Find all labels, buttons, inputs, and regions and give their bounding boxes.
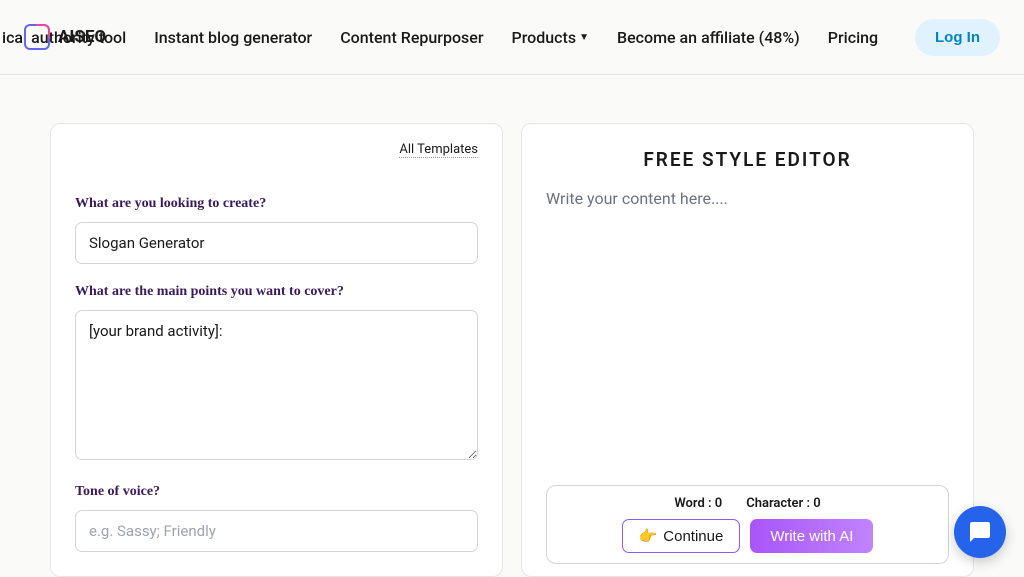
- logo-icon: [24, 24, 50, 50]
- editor-placeholder: Write your content here....: [546, 189, 949, 208]
- label-points: What are the main points you want to cov…: [75, 284, 478, 300]
- create-input[interactable]: [75, 222, 478, 264]
- char-count: Character : 0: [746, 496, 820, 511]
- nav-affiliate[interactable]: Become an affiliate (48%): [617, 28, 800, 47]
- buttons-row: 👉 Continue Write with AI: [561, 519, 934, 553]
- nav-products[interactable]: Products ▼: [511, 28, 588, 47]
- login-button[interactable]: Log In: [915, 19, 1000, 56]
- logo[interactable]: AISEO: [24, 24, 106, 50]
- chat-fab[interactable]: [954, 506, 1006, 558]
- chat-icon: [968, 520, 992, 544]
- points-textarea[interactable]: [75, 310, 478, 460]
- tone-input[interactable]: [75, 510, 478, 552]
- word-count: Word : 0: [674, 496, 722, 511]
- editor-panel: FREE STYLE EDITOR Write your content her…: [521, 123, 974, 577]
- label-create: What are you looking to create?: [75, 196, 478, 212]
- nav-blog-generator[interactable]: Instant blog generator: [154, 28, 312, 47]
- chevron-down-icon: ▼: [579, 32, 589, 43]
- label-tone: Tone of voice?: [75, 484, 478, 500]
- editor-title: FREE STYLE EDITOR: [546, 148, 949, 171]
- counts: Word : 0 Character : 0: [561, 496, 934, 511]
- form-panel: All Templates What are you looking to cr…: [50, 123, 503, 577]
- continue-button[interactable]: 👉 Continue: [622, 519, 741, 553]
- all-templates-link[interactable]: All Templates: [399, 142, 478, 158]
- nav: ical authority tool Instant blog generat…: [2, 28, 878, 47]
- write-with-ai-button[interactable]: Write with AI: [750, 519, 873, 553]
- arrow-right-icon: 👉: [639, 527, 658, 545]
- header: AISEO ical authority tool Instant blog g…: [0, 0, 1024, 75]
- editor-footer: Word : 0 Character : 0 👉 Continue Write …: [546, 485, 949, 564]
- main: All Templates What are you looking to cr…: [0, 75, 1024, 577]
- nav-content-repurposer[interactable]: Content Repurposer: [340, 28, 483, 47]
- nav-pricing[interactable]: Pricing: [828, 28, 878, 47]
- logo-text: AISEO: [58, 27, 106, 47]
